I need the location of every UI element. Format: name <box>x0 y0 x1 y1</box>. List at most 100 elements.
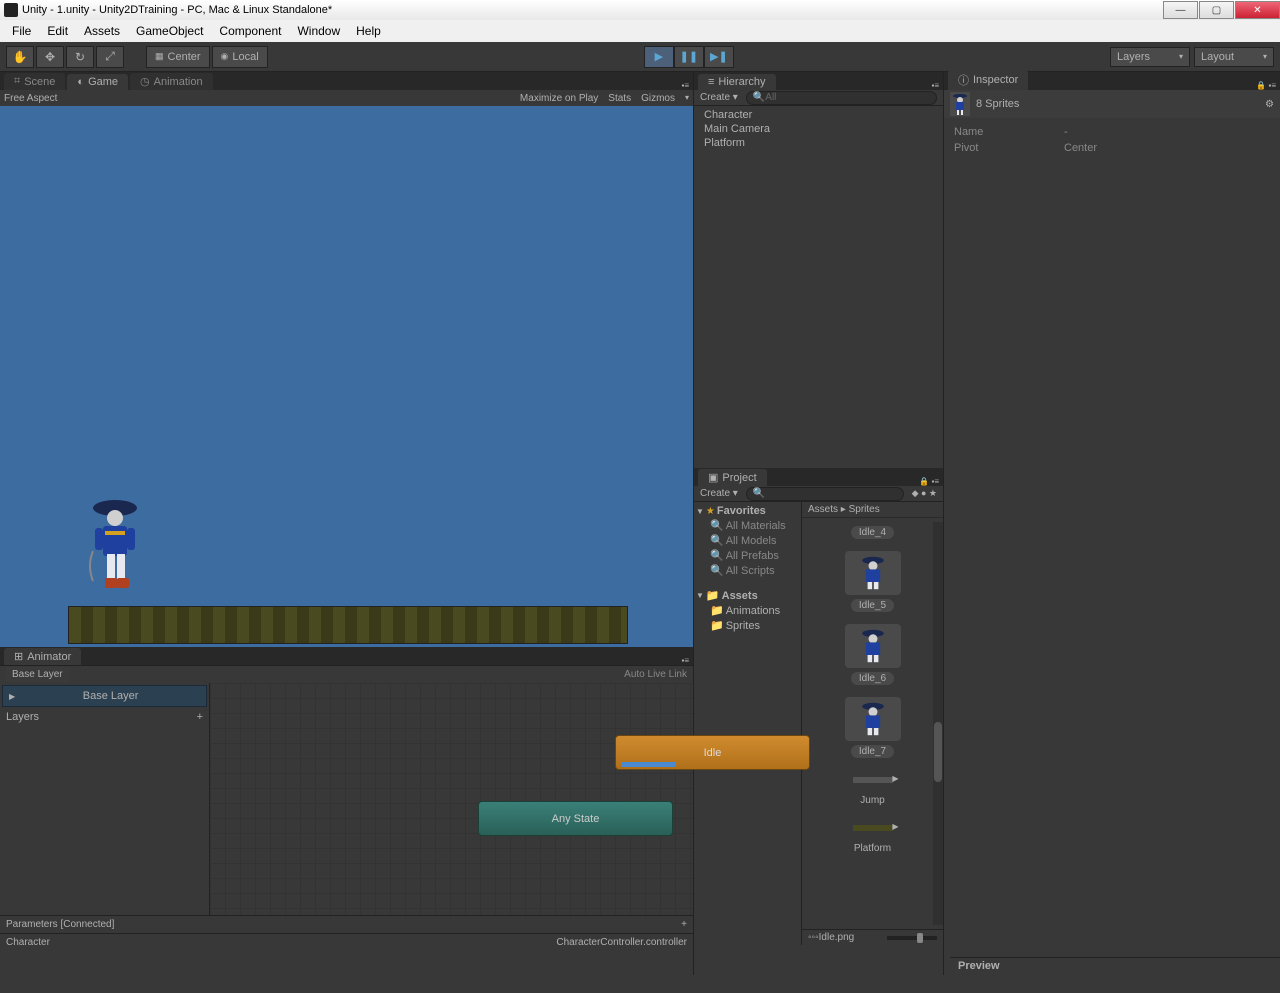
inspector-tabs: ⓘInspector 🔒 ▪≡ <box>944 72 1280 90</box>
project-tree: ▼★Favorites 🔍All Materials 🔍All Models 🔍… <box>694 502 802 945</box>
menu-component[interactable]: Component <box>211 24 289 38</box>
pause-button[interactable]: ❚❚ <box>674 46 704 68</box>
animator-layers-panel: ▶Base Layer Layers + <box>0 683 210 915</box>
play-button[interactable]: ▶ <box>644 46 674 68</box>
folder-icon: 📁 <box>706 589 720 602</box>
project-search-input[interactable]: 🔍 <box>746 487 904 501</box>
gizmos-dropdown[interactable]: Gizmos <box>641 93 675 104</box>
project-filter-icon[interactable]: ◆ ● ★ <box>912 488 937 499</box>
hierarchy-item-platform[interactable]: Platform <box>704 136 933 150</box>
scale-tool-button[interactable]: ⤢ <box>96 46 124 68</box>
aspect-dropdown[interactable]: Free Aspect <box>4 93 57 104</box>
add-parameter-button[interactable]: + <box>681 919 687 930</box>
animations-folder[interactable]: 📁Animations <box>694 603 801 618</box>
sprites-folder[interactable]: 📁Sprites <box>694 618 801 633</box>
state-node-idle[interactable]: Idle <box>615 735 810 770</box>
inspector-header: 8 Sprites ⚙ <box>944 90 1280 118</box>
layer-base[interactable]: ▶Base Layer <box>2 685 207 707</box>
menu-file[interactable]: File <box>4 24 39 38</box>
animation-icon: ◷ <box>140 75 150 88</box>
preview-panel-header[interactable]: Preview <box>950 957 1280 975</box>
filter-all-prefabs[interactable]: 🔍All Prefabs <box>694 548 801 563</box>
platform-sprite <box>68 606 628 644</box>
animator-footer-controller: CharacterController.controller <box>556 937 687 948</box>
panel-options-icon[interactable]: ▪≡ <box>681 81 689 90</box>
menu-gameobject[interactable]: GameObject <box>128 24 211 38</box>
tab-game[interactable]: ◐Game <box>67 74 128 90</box>
scene-icon: ⌗ <box>14 75 20 88</box>
scrollbar[interactable] <box>933 522 943 925</box>
animator-icon: ⊞ <box>14 650 23 663</box>
step-button[interactable]: ▶❚ <box>704 46 734 68</box>
project-footer-filename: ◦◦◦Idle.png <box>808 932 854 943</box>
window-title: Unity - 1.unity - Unity2DTraining - PC, … <box>22 4 332 16</box>
hierarchy-item-main-camera[interactable]: Main Camera <box>704 122 933 136</box>
minimize-button[interactable]: — <box>1163 1 1198 19</box>
tab-scene[interactable]: ⌗Scene <box>4 73 65 90</box>
animator-tabs: ⊞Animator ▪≡ <box>0 647 693 665</box>
sprite-idle-6[interactable]: Idle_6 <box>838 624 908 685</box>
move-tool-button[interactable]: ✥ <box>36 46 64 68</box>
thumbnail-size-slider[interactable] <box>887 936 937 940</box>
unity-logo-icon <box>4 3 18 17</box>
window-titlebar: Unity - 1.unity - Unity2DTraining - PC, … <box>0 0 1280 20</box>
game-icon: ◐ <box>77 76 84 88</box>
inspector-icon: ⓘ <box>958 72 969 88</box>
animator-footer-object: Character <box>6 937 50 948</box>
panel-options-icon[interactable]: 🔒 ▪≡ <box>1256 81 1276 90</box>
tab-animation[interactable]: ◷Animation <box>130 73 213 90</box>
character-sprite <box>85 496 145 606</box>
tab-inspector[interactable]: ⓘInspector <box>948 70 1028 90</box>
animator-graph[interactable]: Idle Any State <box>210 683 693 915</box>
panel-options-icon[interactable]: ▪≡ <box>681 656 689 665</box>
hierarchy-search-input[interactable]: 🔍All <box>746 91 937 105</box>
state-node-any[interactable]: Any State <box>478 801 673 836</box>
tab-animator[interactable]: ⊞Animator <box>4 648 81 665</box>
gear-icon[interactable]: ⚙ <box>1265 99 1274 110</box>
rotation-mode-button[interactable]: ◉Local <box>212 46 268 68</box>
sprite-idle-5[interactable]: Idle_5 <box>838 551 908 612</box>
parameters-label[interactable]: Parameters [Connected] <box>6 919 114 930</box>
layers-dropdown[interactable]: Layers <box>1110 47 1190 67</box>
layers-label: Layers <box>6 711 39 723</box>
sprite-platform[interactable]: ▶ Platform <box>838 818 908 854</box>
sprite-jump[interactable]: ▶ Jump <box>838 770 908 806</box>
maximize-on-play-toggle[interactable]: Maximize on Play <box>520 93 598 104</box>
menu-help[interactable]: Help <box>348 24 389 38</box>
add-layer-button[interactable]: + <box>197 711 203 723</box>
filter-all-scripts[interactable]: 🔍All Scripts <box>694 563 801 578</box>
hand-tool-button[interactable]: ✋ <box>6 46 34 68</box>
folder-icon: 📁 <box>710 604 724 617</box>
sprite-idle-4[interactable]: Idle_4 <box>838 526 908 539</box>
project-content: Idle_4 Idle_5 Idle_6 Idle_7 <box>802 518 943 929</box>
filter-all-materials[interactable]: 🔍All Materials <box>694 518 801 533</box>
project-icon: ▣ <box>708 471 718 484</box>
project-breadcrumb[interactable]: Assets ▸ Sprites <box>802 502 943 518</box>
hierarchy-item-character[interactable]: Character <box>704 108 933 122</box>
pivot-mode-button[interactable]: ▦Center <box>146 46 210 68</box>
layout-dropdown[interactable]: Layout <box>1194 47 1274 67</box>
menu-edit[interactable]: Edit <box>39 24 76 38</box>
menu-assets[interactable]: Assets <box>76 24 128 38</box>
auto-live-link-toggle[interactable]: Auto Live Link <box>624 669 687 680</box>
state-progress-bar <box>621 762 676 767</box>
favorites-folder[interactable]: ▼★Favorites <box>694 504 801 518</box>
assets-folder[interactable]: ▼📁Assets <box>694 588 801 603</box>
menu-bar: File Edit Assets GameObject Component Wi… <box>0 20 1280 42</box>
inspector-title: 8 Sprites <box>976 98 1019 110</box>
rotate-tool-button[interactable]: ↻ <box>66 46 94 68</box>
panel-options-icon[interactable]: ▪≡ <box>931 81 939 90</box>
panel-options-icon[interactable]: 🔒 ▪≡ <box>919 477 939 486</box>
tab-project[interactable]: ▣Project <box>698 469 767 486</box>
stats-toggle[interactable]: Stats <box>608 93 631 104</box>
tab-hierarchy[interactable]: ≡Hierarchy <box>698 74 776 90</box>
maximize-button[interactable]: ▢ <box>1199 1 1234 19</box>
project-create-dropdown[interactable]: Create ▾ <box>700 488 738 499</box>
animator-breadcrumb[interactable]: Base Layer <box>6 667 69 682</box>
prop-name-value: - <box>1064 126 1068 138</box>
menu-window[interactable]: Window <box>289 24 348 38</box>
close-button[interactable]: ✕ <box>1235 1 1280 19</box>
sprite-idle-7[interactable]: Idle_7 <box>838 697 908 758</box>
hierarchy-create-dropdown[interactable]: Create ▾ <box>700 92 738 103</box>
filter-all-models[interactable]: 🔍All Models <box>694 533 801 548</box>
